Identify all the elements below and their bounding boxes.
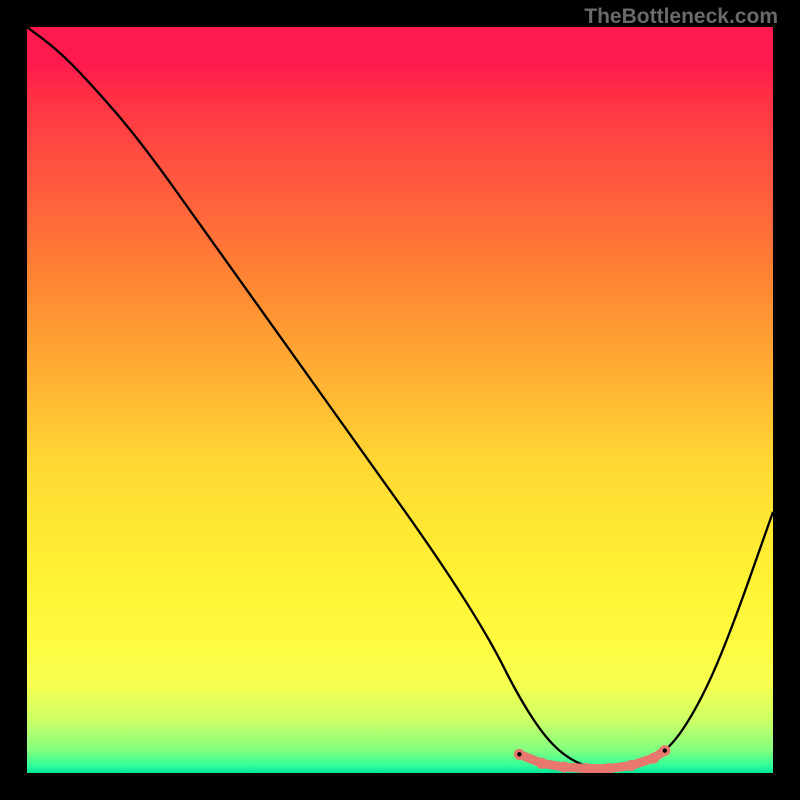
chart-plot-area bbox=[27, 27, 773, 773]
ideal-zone-marker bbox=[559, 762, 570, 773]
bottleneck-curve-line bbox=[27, 27, 773, 768]
ideal-zone-marker bbox=[536, 758, 547, 769]
attribution-text: TheBottleneck.com bbox=[584, 5, 778, 29]
ideal-zone-endpoint bbox=[517, 752, 521, 756]
chart-svg bbox=[27, 27, 773, 773]
ideal-zone-marker bbox=[626, 760, 637, 771]
ideal-zone-endpoint bbox=[663, 748, 667, 752]
ideal-zone-markers bbox=[514, 745, 670, 773]
ideal-zone-marker bbox=[648, 753, 659, 764]
